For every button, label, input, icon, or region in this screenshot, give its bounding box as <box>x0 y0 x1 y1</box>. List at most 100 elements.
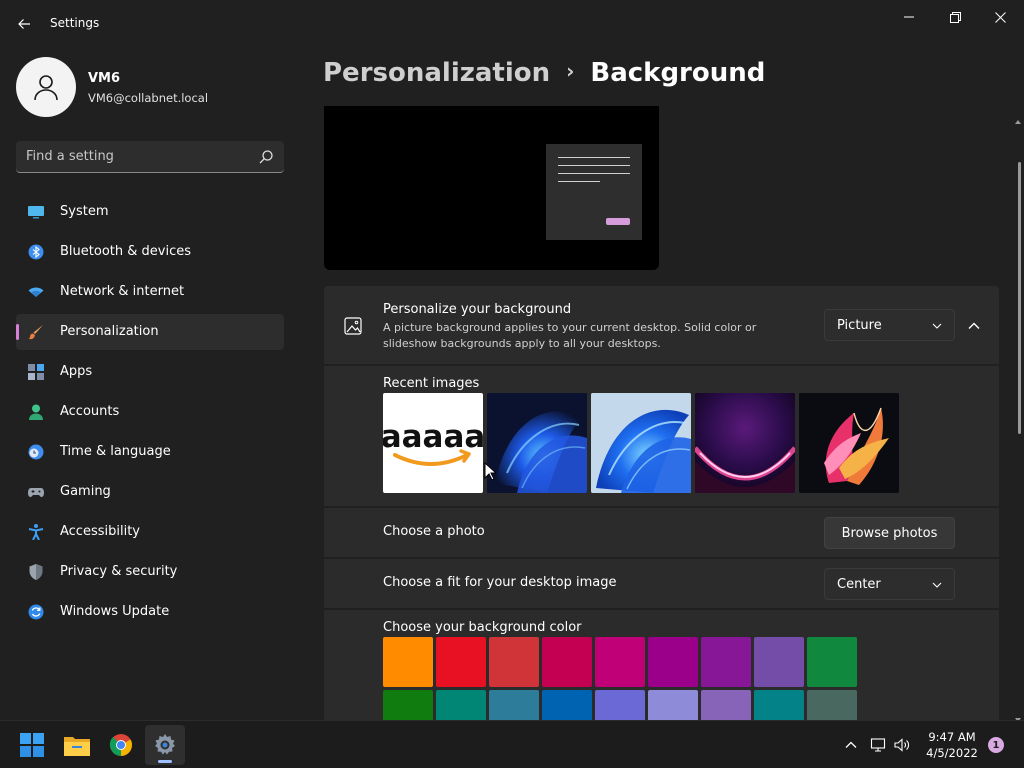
color-swatch[interactable] <box>754 637 804 687</box>
color-swatch[interactable] <box>383 690 433 720</box>
search-placeholder: Find a setting <box>26 149 114 164</box>
sidebar-item-gaming[interactable]: Gaming <box>16 474 284 510</box>
preview-accent-button <box>606 218 630 225</box>
sidebar-item-label: Network & internet <box>60 284 185 299</box>
shield-icon <box>29 564 43 580</box>
volume-icon[interactable] <box>894 737 910 753</box>
color-swatch[interactable] <box>648 690 698 720</box>
choose-fit-label: Choose a fit for your desktop image <box>383 575 617 590</box>
sidebar-item-windows-update[interactable]: Windows Update <box>16 594 284 630</box>
close-button[interactable] <box>978 2 1022 32</box>
recent-image-2[interactable] <box>487 393 587 493</box>
settings-window: Settings VM6 VM6@collabnet.local Find a … <box>0 0 1024 720</box>
apps-icon <box>28 364 44 380</box>
restore-button[interactable] <box>933 2 977 32</box>
choose-photo-card: Choose a photo Browse photos <box>324 508 999 557</box>
search-icon <box>259 150 273 164</box>
sidebar-item-system[interactable]: System <box>16 194 284 230</box>
file-explorer-button[interactable] <box>57 725 97 765</box>
sidebar-item-time-language[interactable]: Time & language <box>16 434 284 470</box>
breadcrumb-parent[interactable]: Personalization <box>323 58 550 88</box>
person-icon <box>29 404 43 420</box>
color-swatch[interactable] <box>648 637 698 687</box>
chevron-up-icon[interactable] <box>962 314 986 338</box>
sidebar-item-label: Gaming <box>60 484 111 499</box>
color-swatch[interactable] <box>595 637 645 687</box>
chrome-button[interactable] <box>101 725 141 765</box>
user-email: VM6@collabnet.local <box>88 91 209 105</box>
sidebar-item-privacy[interactable]: Privacy & security <box>16 554 284 590</box>
fit-value: Center <box>837 577 881 592</box>
taskbar: 9:47 AM 4/5/2022 1 <box>0 720 1024 768</box>
recent-image-5[interactable] <box>799 393 899 493</box>
preview-window-mockup <box>546 144 642 240</box>
sidebar-item-accessibility[interactable]: Accessibility <box>16 514 284 550</box>
color-swatch[interactable] <box>383 637 433 687</box>
color-swatch[interactable] <box>807 637 857 687</box>
browse-photos-button[interactable]: Browse photos <box>824 517 955 549</box>
color-swatch[interactable] <box>436 637 486 687</box>
taskbar-clock[interactable]: 9:47 AM 4/5/2022 <box>922 729 982 761</box>
sidebar-nav: System Bluetooth & devices Network & int… <box>16 194 284 634</box>
clock-globe-icon <box>28 444 44 460</box>
close-icon <box>994 11 1006 23</box>
sidebar-item-bluetooth[interactable]: Bluetooth & devices <box>16 234 284 270</box>
search-input[interactable]: Find a setting <box>16 141 284 173</box>
monitor-icon <box>28 206 44 219</box>
color-swatch[interactable] <box>489 690 539 720</box>
sidebar-item-label: Accounts <box>60 404 120 419</box>
accessibility-icon <box>28 524 44 540</box>
minimize-icon <box>904 16 914 18</box>
color-swatch[interactable] <box>542 690 592 720</box>
network-icon[interactable] <box>870 737 886 753</box>
sidebar-item-personalization[interactable]: Personalization <box>16 314 284 350</box>
color-swatch[interactable] <box>754 690 804 720</box>
back-arrow-icon <box>18 19 30 29</box>
scroll-up-arrow[interactable] <box>1015 110 1021 124</box>
update-icon <box>28 604 44 620</box>
color-swatch[interactable] <box>489 637 539 687</box>
scroll-down-arrow[interactable] <box>1015 708 1021 720</box>
recent-images-card: Recent images aaaaa <box>324 366 999 506</box>
user-profile[interactable]: VM6 VM6@collabnet.local <box>16 57 286 117</box>
color-swatch[interactable] <box>542 637 592 687</box>
content-pane: Personalize your background A picture ba… <box>300 106 1012 720</box>
choose-fit-card: Choose a fit for your desktop image Cent… <box>324 559 999 608</box>
sidebar-item-accounts[interactable]: Accounts <box>16 394 284 430</box>
notification-badge[interactable]: 1 <box>988 737 1004 753</box>
sidebar-item-label: Time & language <box>60 444 171 459</box>
gear-icon <box>155 734 175 755</box>
back-button[interactable] <box>12 12 36 36</box>
chevron-up-icon[interactable] <box>843 737 859 753</box>
sidebar-item-label: Accessibility <box>60 524 140 539</box>
breadcrumb-separator: › <box>566 59 575 83</box>
color-swatch[interactable] <box>595 690 645 720</box>
color-swatch[interactable] <box>701 690 751 720</box>
sidebar-item-label: Apps <box>60 364 93 379</box>
fit-dropdown[interactable]: Center <box>824 568 955 600</box>
minimize-button[interactable] <box>887 2 931 32</box>
user-name: VM6 <box>88 71 121 86</box>
personalize-background-card[interactable]: Personalize your background A picture ba… <box>324 286 999 364</box>
sidebar-item-apps[interactable]: Apps <box>16 354 284 390</box>
sidebar-item-label: Bluetooth & devices <box>60 244 191 259</box>
wifi-icon <box>28 287 44 297</box>
recent-image-4[interactable] <box>695 393 795 493</box>
settings-app-button[interactable] <box>145 725 185 765</box>
recent-image-3[interactable] <box>591 393 691 493</box>
scrollbar-thumb[interactable] <box>1018 162 1021 434</box>
background-type-dropdown[interactable]: Picture <box>824 309 955 341</box>
color-swatch[interactable] <box>436 690 486 720</box>
gamepad-icon <box>28 488 44 497</box>
sidebar-item-network[interactable]: Network & internet <box>16 274 284 310</box>
avatar <box>16 57 76 117</box>
desktop-preview <box>324 106 659 270</box>
folder-icon <box>64 737 90 756</box>
brush-icon <box>28 325 43 340</box>
recent-image-1[interactable]: aaaaa <box>383 393 483 493</box>
color-swatch[interactable] <box>701 637 751 687</box>
sidebar-item-label: System <box>60 204 109 219</box>
color-swatch[interactable] <box>807 690 857 720</box>
personalize-background-title: Personalize your background <box>383 302 572 317</box>
start-button[interactable] <box>12 725 52 765</box>
